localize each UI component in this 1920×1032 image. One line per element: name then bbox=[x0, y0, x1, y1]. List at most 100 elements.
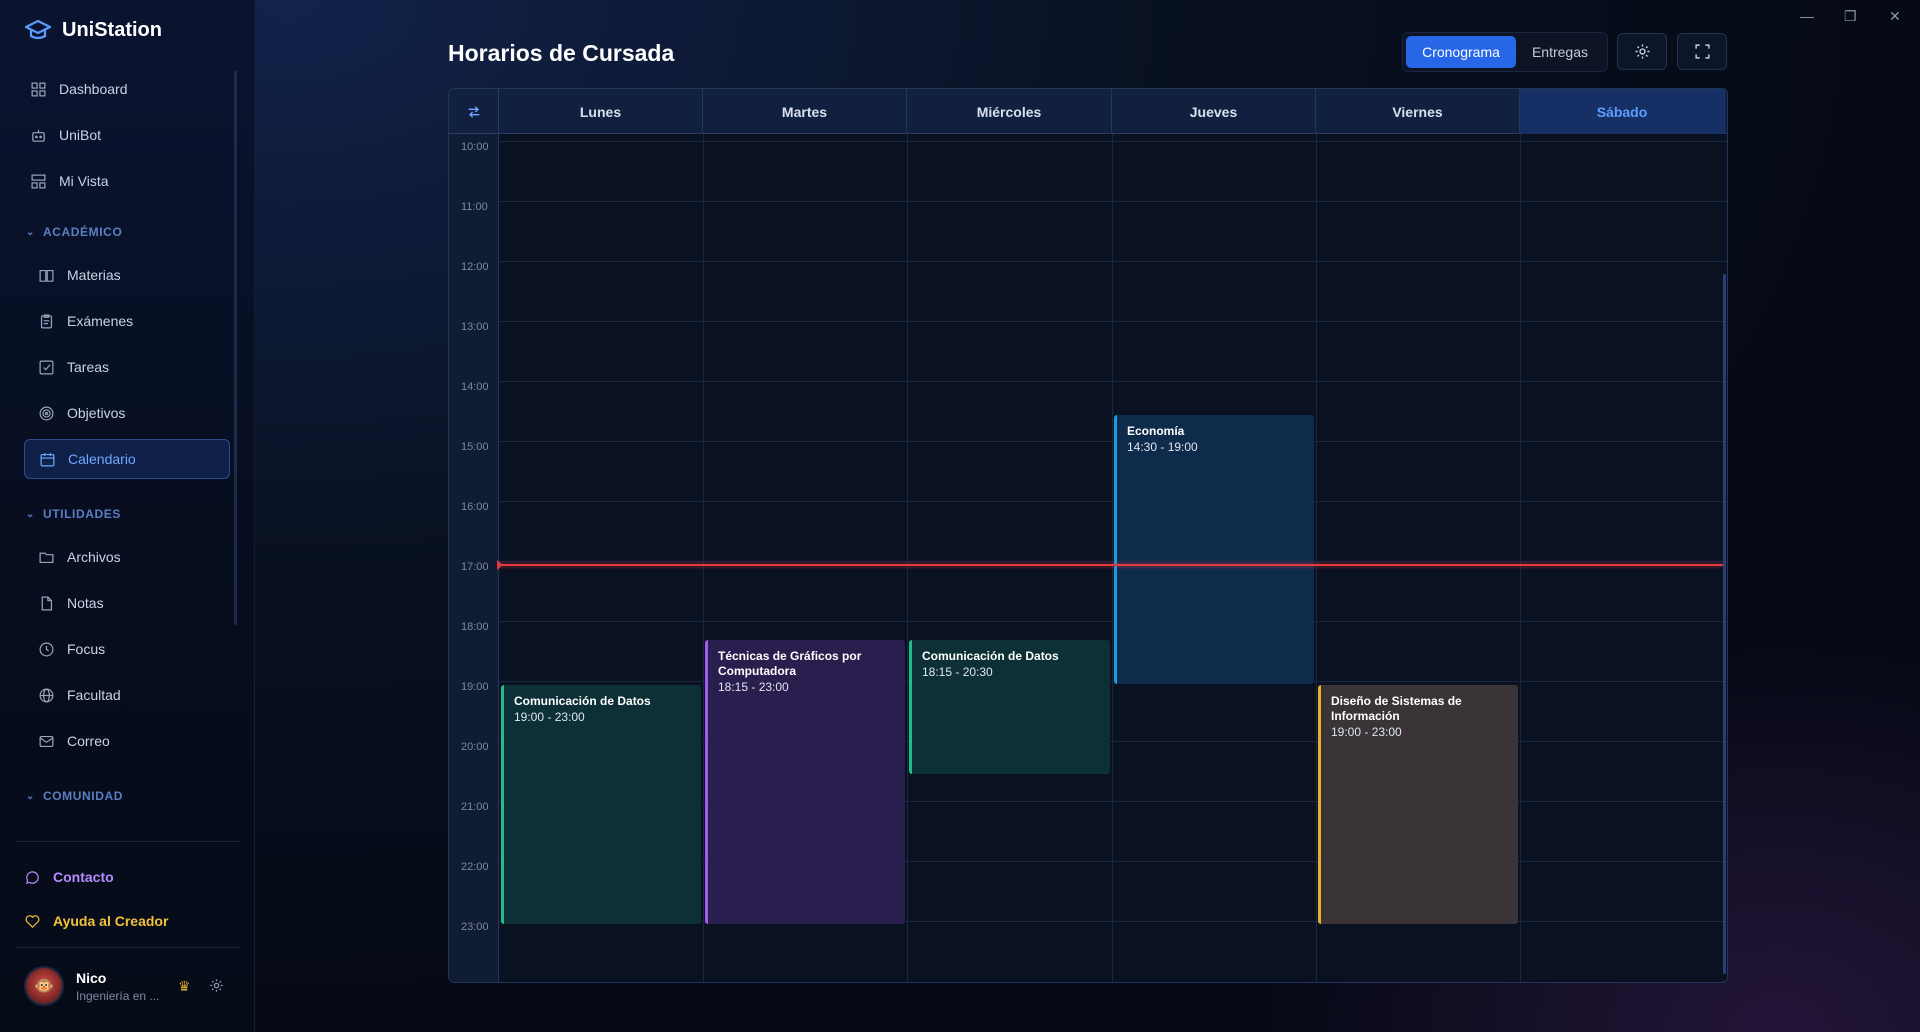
checkbox-icon bbox=[39, 360, 54, 374]
sidebar-item-facultad[interactable]: Facultad bbox=[24, 675, 230, 715]
page-title: Horarios de Cursada bbox=[448, 40, 675, 66]
hour-label: 11:00 bbox=[461, 201, 488, 213]
sidebar-item-label: Objetivos bbox=[67, 405, 126, 421]
app-name: UniStation bbox=[62, 18, 162, 41]
hour-line bbox=[499, 201, 1727, 202]
sidebar-item-mi-vista[interactable]: Mi Vista bbox=[24, 161, 230, 201]
hour-label: 17:00 bbox=[461, 561, 489, 573]
note-icon bbox=[41, 596, 53, 610]
day-header-sabado: Sábado bbox=[1520, 89, 1725, 134]
folder-icon bbox=[39, 552, 54, 563]
gear-icon bbox=[1634, 44, 1650, 59]
section-comunidad[interactable]: ⌄ COMUNIDAD bbox=[26, 789, 123, 803]
chat-bubble-icon bbox=[26, 870, 39, 884]
sidebar-item-label: Notas bbox=[67, 595, 104, 611]
fullscreen-button[interactable] bbox=[1677, 33, 1727, 70]
help-label: Ayuda al Creador bbox=[53, 913, 169, 929]
sidebar-item-calendario[interactable]: Calendario bbox=[24, 439, 230, 479]
chevron-down-icon: ⌄ bbox=[26, 226, 35, 238]
event-title: Economía bbox=[1127, 424, 1185, 438]
hour-label: 19:00 bbox=[461, 681, 489, 693]
sidebar-item-correo[interactable]: Correo bbox=[24, 721, 230, 761]
hour-label: 15:00 bbox=[461, 441, 489, 453]
sidebar-item-notas[interactable]: Notas bbox=[24, 583, 230, 623]
section-title: ACADÉMICO bbox=[42, 225, 123, 239]
hour-label: 13:00 bbox=[461, 321, 489, 333]
sidebar-scrollbar[interactable] bbox=[234, 70, 237, 625]
hour-label: 10:00 bbox=[461, 141, 489, 153]
sidebar-item-unibot[interactable]: UniBot bbox=[24, 115, 230, 155]
user-profile[interactable]: 🐵 Nico Ingeniería en ... bbox=[24, 966, 159, 1006]
hour-label: 22:00 bbox=[461, 861, 489, 873]
target-icon bbox=[39, 406, 54, 420]
book-icon bbox=[39, 269, 54, 282]
calendar-scrollbar[interactable] bbox=[1723, 274, 1726, 974]
sidebar-item-label: UniBot bbox=[59, 127, 102, 143]
swap-arrows-icon bbox=[468, 105, 479, 118]
sidebar: UniStation Dashboard UniBot Mi Vista ⌄ A… bbox=[0, 0, 255, 1032]
sidebar-item-label: Materias bbox=[67, 267, 121, 283]
hour-label: 12:00 bbox=[461, 261, 489, 273]
event-time: 18:15 - 23:00 bbox=[718, 680, 789, 694]
user-name: Nico bbox=[76, 969, 107, 986]
day-header-viernes: Viernes bbox=[1316, 89, 1520, 134]
hour-line bbox=[499, 261, 1727, 262]
restore-icon[interactable]: ❐ bbox=[1844, 8, 1857, 25]
event-time: 14:30 - 19:00 bbox=[1127, 440, 1198, 454]
current-time-marker bbox=[497, 560, 503, 570]
brand[interactable]: UniStation bbox=[24, 18, 162, 42]
section-utilidades[interactable]: ⌄ UTILIDADES bbox=[26, 507, 121, 521]
chevron-down-icon: ⌄ bbox=[26, 790, 35, 802]
day-header-jueves: Jueves bbox=[1112, 89, 1316, 134]
sidebar-item-archivos[interactable]: Archivos bbox=[24, 537, 230, 577]
crown-icon[interactable]: ♛ bbox=[178, 978, 191, 995]
sidebar-item-tareas[interactable]: Tareas bbox=[24, 347, 230, 387]
sidebar-item-focus[interactable]: Focus bbox=[24, 629, 230, 669]
hour-line bbox=[499, 381, 1727, 382]
event-title: Comunicación de Datos bbox=[922, 649, 1059, 663]
gear-icon[interactable] bbox=[209, 978, 224, 993]
sidebar-item-examenes[interactable]: Exámenes bbox=[24, 301, 230, 341]
hour-label: 23:00 bbox=[461, 921, 489, 933]
event-miercoles-comunicacion-datos[interactable]: Comunicación de Datos 18:15 - 20:30 bbox=[909, 640, 1110, 774]
day-header-lunes: Lunes bbox=[499, 89, 703, 134]
user-subtitle: Ingeniería en ... bbox=[76, 988, 160, 1003]
tab-cronograma[interactable]: Cronograma bbox=[1406, 36, 1516, 68]
close-icon[interactable]: ✕ bbox=[1889, 8, 1901, 25]
tab-entregas[interactable]: Entregas bbox=[1516, 36, 1604, 68]
help-creator-link[interactable]: Ayuda al Creador bbox=[18, 901, 224, 941]
section-academico[interactable]: ⌄ ACADÉMICO bbox=[26, 225, 122, 239]
sidebar-item-materias[interactable]: Materias bbox=[24, 255, 230, 295]
sidebar-item-label: Calendario bbox=[68, 451, 136, 467]
hour-label: 18:00 bbox=[461, 621, 489, 633]
contact-link[interactable]: Contacto bbox=[18, 857, 224, 897]
hour-label: 16:00 bbox=[461, 501, 489, 513]
sidebar-item-objetivos[interactable]: Objetivos bbox=[24, 393, 230, 433]
heart-icon bbox=[25, 914, 40, 928]
event-viernes-diseno-sistemas[interactable]: Diseño de Sistemas de Información 19:00 … bbox=[1318, 685, 1518, 924]
mail-icon bbox=[39, 735, 54, 747]
layout-icon bbox=[31, 174, 46, 188]
sidebar-item-label: Facultad bbox=[67, 687, 121, 703]
calendar-icon bbox=[40, 452, 55, 466]
view-toggle: Cronograma Entregas bbox=[1402, 32, 1608, 72]
swap-button[interactable] bbox=[449, 89, 499, 134]
sidebar-item-label: Focus bbox=[67, 641, 106, 657]
fullscreen-icon bbox=[1694, 44, 1710, 59]
event-jueves-economia[interactable]: Economía 14:30 - 19:00 bbox=[1114, 415, 1314, 684]
bot-icon bbox=[32, 129, 45, 142]
divider bbox=[16, 841, 239, 842]
event-time: 19:00 - 23:00 bbox=[1331, 725, 1402, 739]
sidebar-item-dashboard[interactable]: Dashboard bbox=[24, 69, 230, 109]
dashboard-icon bbox=[31, 82, 46, 96]
hour-label: 14:00 bbox=[461, 381, 489, 393]
settings-button[interactable] bbox=[1617, 33, 1667, 70]
day-header-martes: Martes bbox=[703, 89, 907, 134]
contact-label: Contacto bbox=[53, 869, 114, 885]
calendar-header: Lunes Martes Miércoles Jueves Viernes Sá… bbox=[449, 89, 1727, 134]
event-martes-tecnicas-graficos[interactable]: Técnicas de Gráficos por Computadora 18:… bbox=[705, 640, 905, 924]
sidebar-item-label: Archivos bbox=[67, 549, 121, 565]
event-title: Técnicas de Gráficos por Computadora bbox=[718, 649, 862, 678]
minimize-icon[interactable]: — bbox=[1800, 8, 1814, 24]
event-lunes-comunicacion-datos[interactable]: Comunicación de Datos 19:00 - 23:00 bbox=[501, 685, 701, 924]
